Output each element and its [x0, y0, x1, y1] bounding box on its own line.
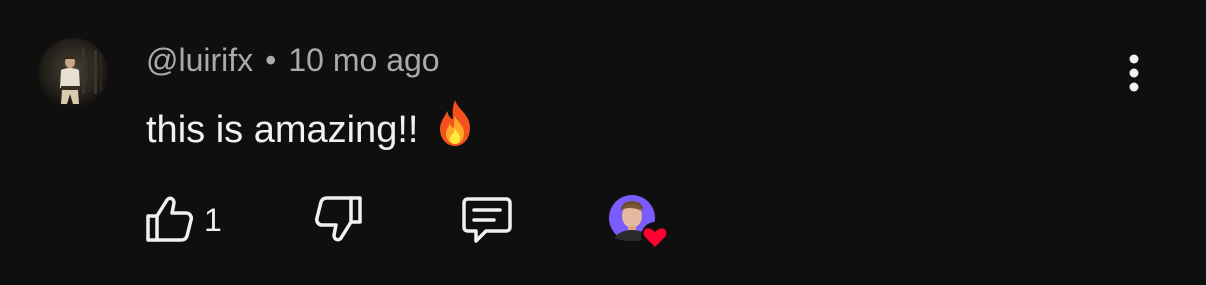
- like-button[interactable]: 1: [144, 194, 234, 244]
- author-avatar-image: [38, 38, 108, 108]
- like-count: 1: [204, 202, 222, 238]
- meta-separator: •: [265, 42, 277, 78]
- comment-meta: @luirifx • 10 mo ago: [146, 40, 440, 80]
- dislike-button[interactable]: [312, 194, 364, 246]
- thumbs-down-icon: [315, 196, 362, 242]
- more-vert-icon: [1129, 54, 1139, 92]
- creator-heart-icon: [641, 222, 669, 250]
- comment-more-button[interactable]: [1116, 50, 1152, 96]
- thumbs-up-icon: [146, 196, 193, 242]
- comment-text: this is amazing!!: [146, 98, 478, 159]
- reply-button[interactable]: [460, 194, 514, 248]
- comment-thread: @luirifx • 10 mo ago this is amazing!! 1: [0, 0, 1206, 285]
- fire-emoji-icon: [432, 98, 478, 159]
- comment-timestamp[interactable]: 10 mo ago: [288, 42, 439, 78]
- author-handle[interactable]: @luirifx: [146, 42, 253, 78]
- creator-heart-badge[interactable]: [608, 194, 672, 252]
- author-avatar[interactable]: [38, 38, 108, 108]
- reply-comment-icon: [462, 197, 512, 243]
- comment-text-content: this is amazing!!: [146, 109, 419, 151]
